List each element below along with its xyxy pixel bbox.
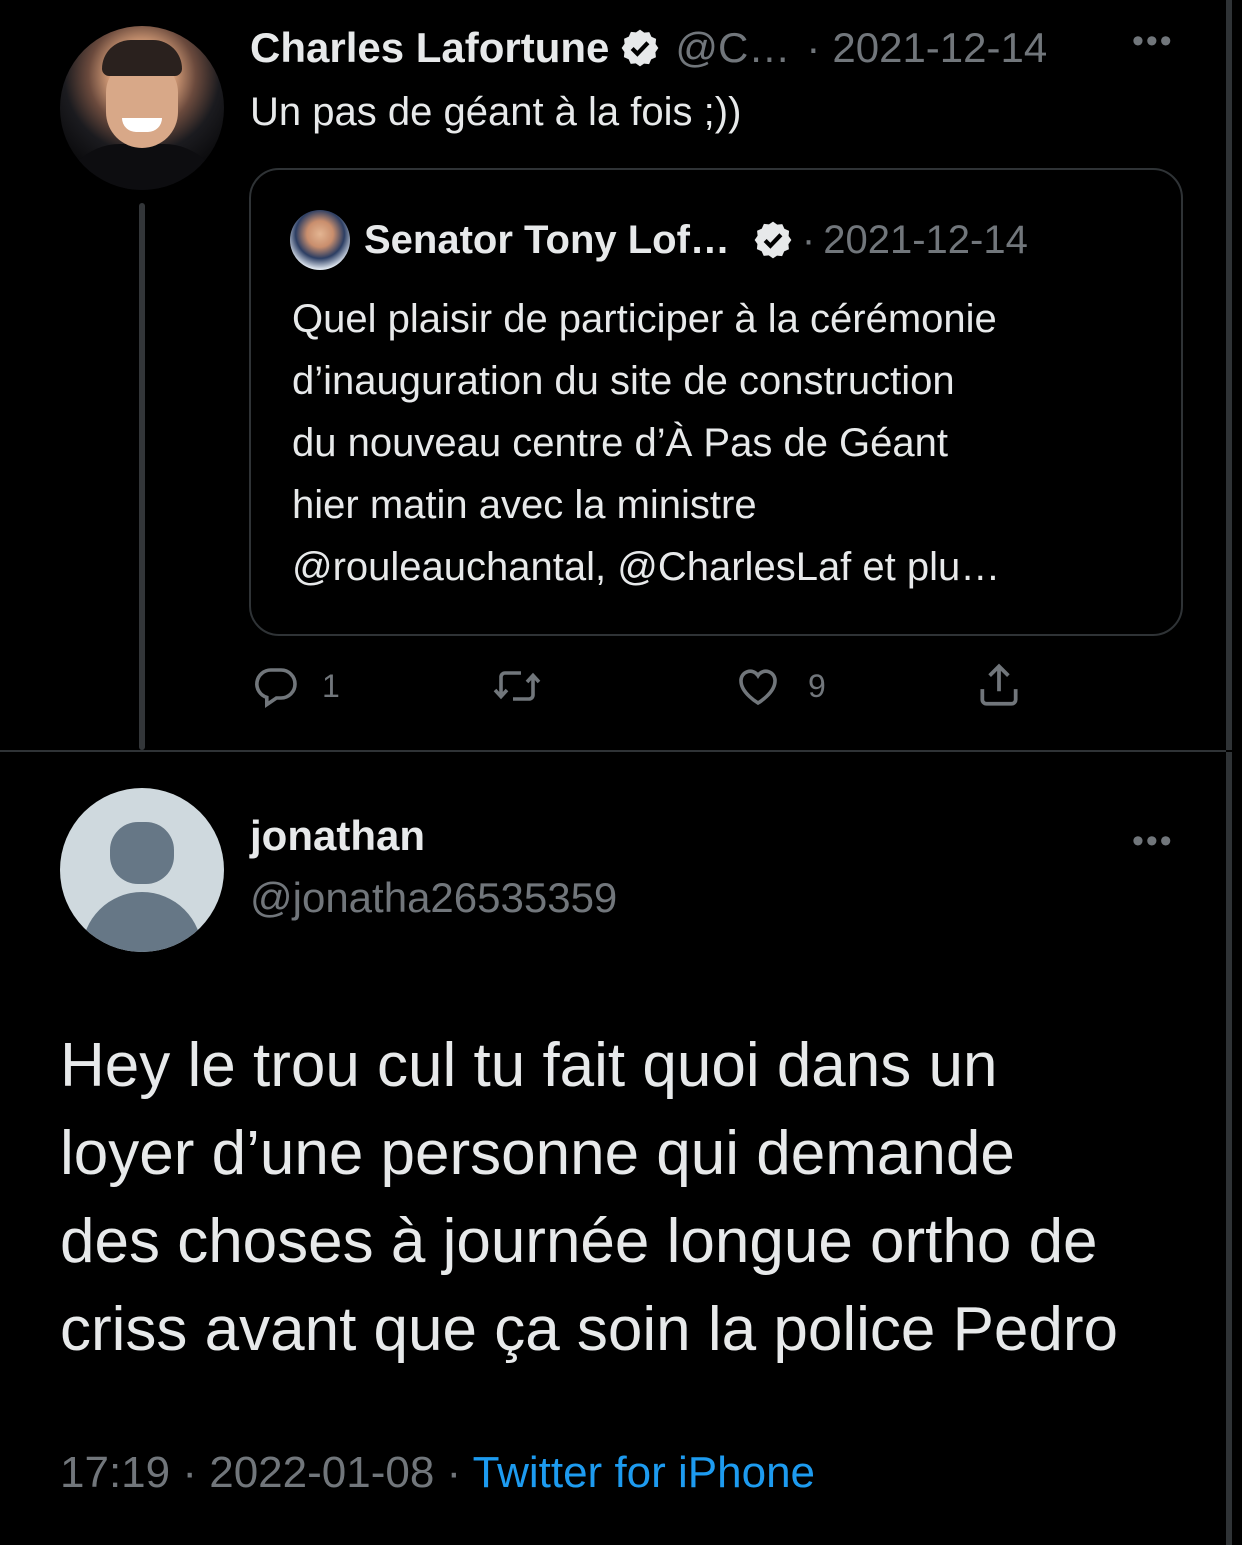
avatar-hair (102, 40, 182, 76)
meta-separator: · (182, 1448, 197, 1497)
tweet-date[interactable]: 2021-12-14 (832, 24, 1047, 72)
scroll-track-lower (1226, 752, 1232, 1545)
quote-line: Quel plaisir de participer à la cérémoni… (292, 297, 997, 341)
quote-line: @rouleauchantal, @CharlesLaf et plu… (292, 545, 1001, 589)
like-button[interactable]: 9 (734, 662, 826, 710)
more-icon[interactable]: ••• (1132, 22, 1174, 61)
like-count: 9 (808, 667, 826, 704)
tweet-source-link[interactable]: Twitter for iPhone (473, 1448, 815, 1497)
tweet-text: Un pas de géant à la fois ;)) (250, 90, 742, 134)
tweet-date[interactable]: 2022-01-08 (209, 1448, 434, 1497)
avatar-head-shape (110, 822, 174, 884)
quote-header: Senator Tony Lof… · 2021-12-14 (364, 212, 1028, 268)
tweet-line: Hey le trou cul tu fait quoi dans un (60, 1031, 998, 1100)
thread-line (139, 203, 145, 750)
author-handle[interactable]: @C… (675, 24, 790, 72)
avatar-suit (60, 144, 224, 190)
share-button[interactable] (974, 660, 1024, 710)
share-icon (980, 663, 1018, 706)
tweet1-header: Charles Lafortune @C… · 2021-12-14 (250, 20, 1047, 76)
tweet-line: des choses à journée longue ortho de (60, 1207, 1098, 1276)
quote-line: d’inauguration du site de construction (292, 359, 955, 403)
reply-icon (255, 668, 297, 709)
quote-separator: · (801, 217, 816, 262)
author-handle[interactable]: @jonatha26535359 (250, 874, 617, 922)
avatar-tony (290, 210, 350, 270)
quote-line: hier matin avec la ministre (292, 483, 757, 527)
quote-text: Quel plaisir de participer à la cérémoni… (292, 288, 1162, 598)
avatar-charles[interactable] (60, 26, 224, 190)
tweet-line: loyer d’une personne qui demande (60, 1119, 1015, 1188)
avatar-body-shape (82, 892, 202, 952)
tweet-divider (0, 750, 1226, 752)
reply-count: 1 (322, 667, 340, 704)
reply-button[interactable]: 1 (252, 662, 340, 710)
verified-badge-icon (622, 29, 659, 67)
retweet-button[interactable] (490, 662, 544, 710)
separator-dot: · (806, 24, 821, 71)
more-icon[interactable]: ••• (1132, 822, 1174, 861)
author-name[interactable]: Charles Lafortune (250, 24, 609, 72)
quote-line: du nouveau centre d’À Pas de Géant (292, 421, 949, 465)
quote-date: 2021-12-14 (823, 217, 1028, 262)
scroll-track (1226, 0, 1232, 750)
default-avatar-icon[interactable] (60, 788, 224, 952)
tweet-time[interactable]: 17:19 (60, 1448, 170, 1497)
tweet-meta: 17:19 · 2022-01-08 · Twitter for iPhone (60, 1448, 815, 1498)
tweet-line: criss avant que ça soin la police Pedro (60, 1295, 1119, 1364)
like-icon (739, 669, 777, 706)
retweet-icon (493, 671, 541, 701)
tweet-body: Hey le trou cul tu fait quoi dans un loy… (60, 1022, 1210, 1374)
meta-separator: · (446, 1448, 462, 1497)
verified-badge-icon (754, 221, 792, 259)
author-name[interactable]: jonathan (250, 812, 425, 860)
quote-author-name: Senator Tony Lof… (364, 217, 730, 262)
